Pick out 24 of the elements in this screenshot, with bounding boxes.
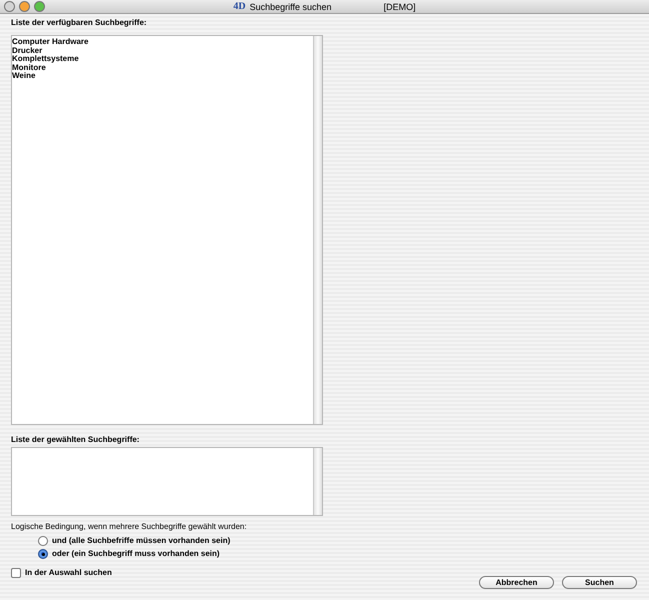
window-tag: [DEMO] [384, 0, 416, 14]
radio-button[interactable] [38, 549, 48, 559]
list-item[interactable]: Komplettsysteme [12, 55, 313, 64]
list-item[interactable]: Computer Hardware [12, 38, 313, 46]
list-item[interactable]: Monitore [12, 64, 313, 72]
condition-label: Logische Bedingung, wenn mehrere Suchbegriffe gewählt wurden: [11, 522, 248, 532]
list-item[interactable]: Drucker [12, 46, 313, 55]
list-label: Liste der gewählten Suchbegriffe: [11, 435, 140, 445]
window-title: Suchbegriffe suchen [250, 0, 332, 14]
selected-list[interactable] [11, 447, 323, 516]
minimize-button[interactable] [19, 1, 30, 12]
list-item[interactable]: Weine [12, 72, 313, 80]
radio-button[interactable] [38, 536, 48, 546]
cancel-button[interactable]: Abbrechen [479, 576, 554, 589]
zoom-button[interactable] [34, 1, 45, 12]
close-button[interactable] [4, 1, 15, 12]
radio-label: oder (ein Suchbegriff muss vorhanden sein) [52, 549, 220, 559]
scrollbar[interactable] [313, 36, 322, 424]
checkbox[interactable] [11, 568, 21, 578]
app-logo: 4D [233, 0, 246, 14]
list-label: Liste der verfügbaren Suchbegriffe: [11, 18, 148, 28]
search-button[interactable]: Suchen [562, 576, 637, 589]
radio-label: und (alle Suchbefriffe müssen vorhanden sein) [52, 536, 230, 546]
checkbox-label: In der Auswahl suchen [25, 568, 112, 578]
